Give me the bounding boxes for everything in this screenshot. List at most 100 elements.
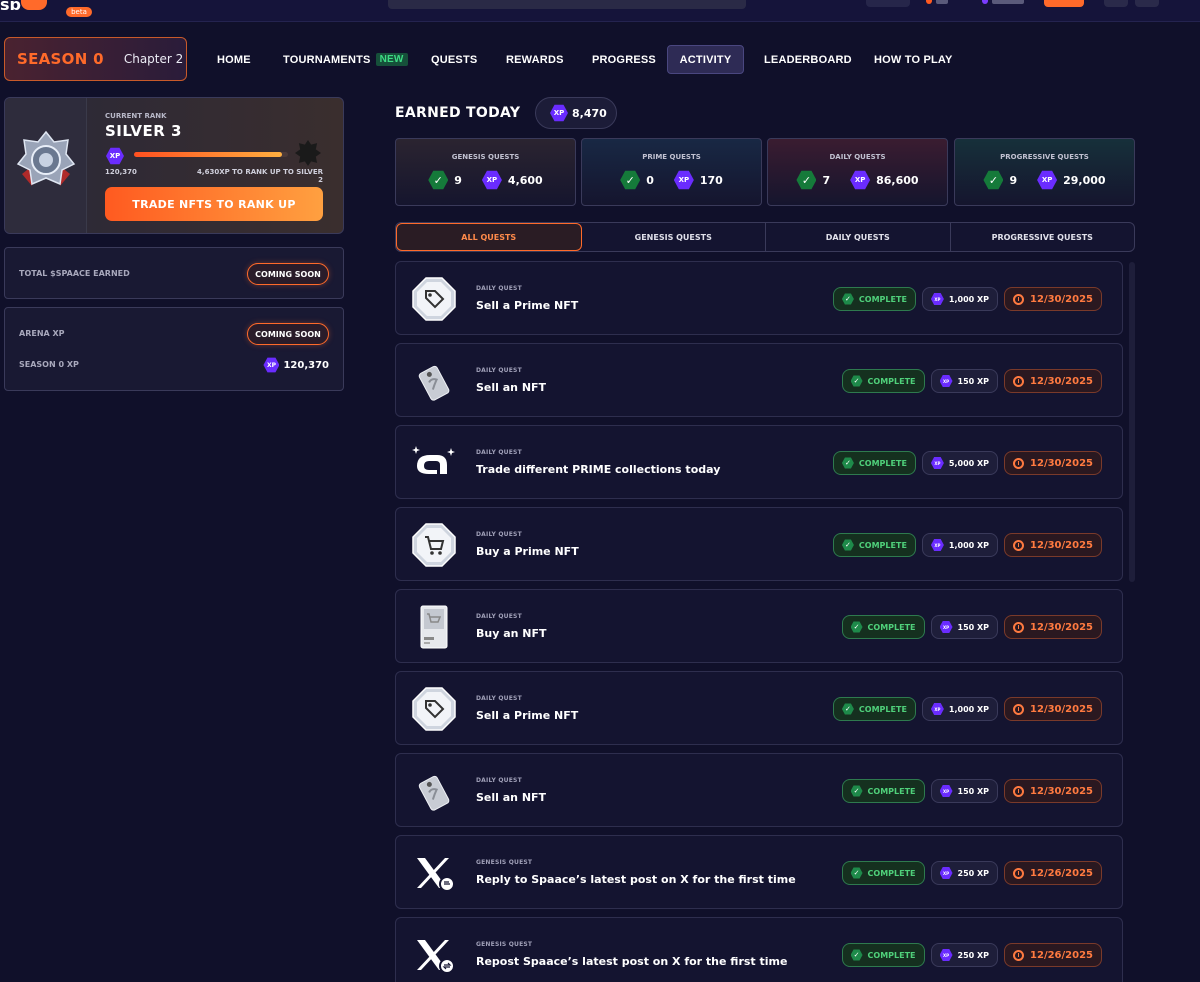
nav-quests[interactable]: QUESTS <box>418 45 490 74</box>
quest-type: GENESIS QUEST <box>476 859 533 866</box>
check-icon: ✓ <box>850 949 863 961</box>
quest-row[interactable]: DAILY QUEST Sell an NFT ✓ COMPLETE XP 150 XP 1… <box>395 343 1123 417</box>
earned-today-value: 8,470 <box>572 106 607 120</box>
tab-daily-quests[interactable]: DAILY QUESTS <box>766 223 951 251</box>
nav-home[interactable]: HOME <box>204 45 264 74</box>
quest-list: DAILY QUEST Sell a Prime NFT ✓ COMPLETE XP 1,… <box>395 261 1123 982</box>
xp-reward: XP 250 XP <box>930 861 999 885</box>
nav-activity-label: ACTIVITY <box>679 53 732 66</box>
logo-text: sp <box>0 0 21 10</box>
complete-badge: ✓ COMPLETE <box>841 615 925 639</box>
card-cart-icon <box>411 604 457 650</box>
check-icon: ✓ <box>850 785 863 797</box>
total-earned-coming-soon: COMING SOON <box>247 263 329 285</box>
quest-meta: ✓ COMPLETE XP 1,000 XP 12/30/2025 <box>832 697 1102 721</box>
earned-today-pill: XP 8,470 <box>535 97 617 129</box>
search-input[interactable] <box>388 0 746 9</box>
arena-xp-coming-soon: COMING SOON <box>247 323 329 345</box>
quest-date: 12/26/2025 <box>1004 943 1102 967</box>
complete-badge: ✓ COMPLETE <box>841 779 925 803</box>
quest-name: Buy a Prime NFT <box>476 545 579 558</box>
quest-row[interactable]: DAILY QUEST Trade different PRIME collect… <box>395 425 1123 499</box>
rank-name: SILVER 3 <box>105 122 182 140</box>
check-icon: ✓ <box>850 621 863 633</box>
xp-icon: XP <box>939 867 953 879</box>
category-daily[interactable]: DAILY QUESTS ✓ 7 XP 86,600 <box>767 138 948 206</box>
logo-mark-icon <box>20 0 47 10</box>
complete-label: COMPLETE <box>867 868 916 878</box>
xp-icon <box>982 0 988 4</box>
tab-all-quests[interactable]: ALL QUESTS <box>396 223 582 251</box>
season-selector[interactable]: SEASON 0 Chapter 2 <box>4 37 187 81</box>
quest-meta: ✓ COMPLETE XP 5,000 XP 12/30/2025 <box>832 451 1102 475</box>
category-progressive[interactable]: PROGRESSIVE QUESTS ✓ 9 XP 29,000 <box>954 138 1135 206</box>
quest-filter-tabs: ALL QUESTS GENESIS QUESTS DAILY QUESTS P… <box>395 222 1135 252</box>
nav-how-to-play[interactable]: HOW TO PLAY <box>861 45 966 74</box>
quest-date: 12/30/2025 <box>1004 451 1102 475</box>
quest-name: Repost Spaace’s latest post on X for the… <box>476 955 788 968</box>
quest-date-value: 12/30/2025 <box>1030 375 1093 387</box>
quest-row[interactable]: GENESIS QUEST Reply to Spaace’s latest po… <box>395 835 1123 909</box>
xp-reward-value: 1,000 XP <box>948 294 990 304</box>
season-xp-label: SEASON 0 XP <box>19 360 79 369</box>
season-xp-value-group: XP 120,370 <box>263 357 329 373</box>
quest-row[interactable]: DAILY QUEST Sell a Prime NFT ✓ COMPLETE XP 1,… <box>395 671 1123 745</box>
category-label: DAILY QUESTS <box>829 153 886 161</box>
check-icon: ✓ <box>850 375 863 387</box>
tab-progressive-quests[interactable]: PROGRESSIVE QUESTS <box>951 223 1135 251</box>
quest-row[interactable]: DAILY QUEST Buy a Prime NFT ✓ COMPLETE XP 1,0… <box>395 507 1123 581</box>
category-count: 9 <box>454 173 462 187</box>
quest-row[interactable]: DAILY QUEST Sell a Prime NFT ✓ COMPLETE XP 1,… <box>395 261 1123 335</box>
top-bar: sp beta <box>0 0 1200 22</box>
xp-icon: XP <box>106 147 124 165</box>
category-count: 9 <box>1009 173 1018 187</box>
coin-balance <box>936 0 948 4</box>
complete-label: COMPLETE <box>858 540 907 550</box>
nav-tournaments[interactable]: TOURNAMENTS NEW <box>270 45 421 74</box>
nav-how-to-play-label: HOW TO PLAY <box>874 53 953 66</box>
nav-quests-label: QUESTS <box>431 53 478 66</box>
notifications-button[interactable] <box>1104 0 1128 7</box>
price-tag-icon <box>411 358 457 404</box>
trade-nfts-button[interactable]: TRADE NFTS TO RANK UP <box>105 187 323 221</box>
quest-type: DAILY QUEST <box>476 285 522 292</box>
category-count: 7 <box>822 173 831 187</box>
wallet-button[interactable] <box>866 0 910 7</box>
quest-list-scrollbar[interactable] <box>1129 262 1135 582</box>
quest-row[interactable]: DAILY QUEST Sell an NFT ✓ COMPLETE XP 150 XP 1… <box>395 753 1123 827</box>
clock-icon <box>1013 867 1025 879</box>
category-genesis[interactable]: GENESIS QUESTS ✓ 9 XP 4,600 <box>395 138 576 206</box>
season-title: SEASON 0 <box>17 50 104 68</box>
tab-genesis-quests[interactable]: GENESIS QUESTS <box>582 223 766 251</box>
xp-reward: XP 150 XP <box>930 615 999 639</box>
rank-caption: CURRENT RANK <box>105 112 167 120</box>
tag-badge-icon <box>411 276 457 322</box>
cart-badge-icon <box>411 522 457 568</box>
category-prime[interactable]: PRIME QUESTS ✓ 0 XP 170 <box>581 138 762 206</box>
xp-icon: XP <box>930 539 944 551</box>
quest-row[interactable]: GENESIS QUEST Repost Spaace’s latest post… <box>395 917 1123 982</box>
nav-progress[interactable]: PROGRESS <box>579 45 669 74</box>
complete-label: COMPLETE <box>867 376 916 386</box>
rank-badge-panel <box>5 98 87 233</box>
clock-icon <box>1013 539 1025 551</box>
check-icon: ✓ <box>850 867 863 879</box>
rank-progress-fill <box>134 152 282 157</box>
quest-date-value: 12/30/2025 <box>1030 539 1093 551</box>
nav-rewards[interactable]: REWARDS <box>493 45 577 74</box>
xp-icon: XP <box>1037 170 1058 190</box>
nav-leaderboard[interactable]: LEADERBOARD <box>751 45 865 74</box>
rank-progress-bar <box>134 152 288 157</box>
quest-row[interactable]: DAILY QUEST Buy an NFT ✓ COMPLETE XP 150 XP 12… <box>395 589 1123 663</box>
check-icon: ✓ <box>841 703 854 715</box>
xp-reward-value: 250 XP <box>957 868 990 878</box>
connect-button[interactable] <box>1044 0 1084 7</box>
nav-activity[interactable]: ACTIVITY <box>667 45 744 74</box>
rank-card: CURRENT RANK SILVER 3 XP 120,370 4,630XP… <box>4 97 344 234</box>
quest-meta: ✓ COMPLETE XP 1,000 XP 12/30/2025 <box>832 287 1102 311</box>
clock-icon <box>1013 703 1025 715</box>
quest-date-value: 12/26/2025 <box>1030 949 1093 961</box>
profile-button[interactable] <box>1135 0 1159 7</box>
logo[interactable]: sp <box>0 0 60 10</box>
new-badge: NEW <box>375 53 408 66</box>
